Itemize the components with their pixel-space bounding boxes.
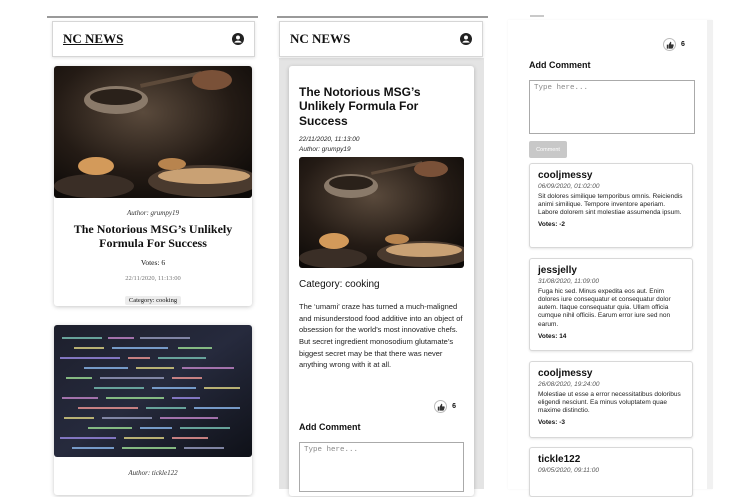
comment-date: 09/05/2020, 09:11:00 xyxy=(538,467,599,474)
article-vote-row: 6 xyxy=(434,400,456,413)
like-button[interactable] xyxy=(663,38,676,51)
article-header: NC NEWS xyxy=(279,21,483,57)
article-date: 22/11/2020, 11:13:00 xyxy=(299,136,360,143)
comment-body: Fuga hic sed. Minus expedita eos aut. En… xyxy=(538,288,671,328)
nc-news-logo[interactable]: NC NEWS xyxy=(290,31,350,47)
article-category: Category: cooking xyxy=(299,279,380,290)
thumbs-up-icon xyxy=(437,403,445,411)
article-image-food xyxy=(54,66,252,198)
submit-comment-button[interactable]: Comment xyxy=(529,141,567,158)
article-author: Author: tickle122 xyxy=(128,469,178,477)
article-body: The ‘umami’ craze has turned a much-mali… xyxy=(299,302,463,370)
comment-card: cooljmessy 26/08/2020, 19:24:00 Molestia… xyxy=(529,361,693,438)
vote-count: 6 xyxy=(452,403,456,410)
vote-count: 6 xyxy=(681,41,685,48)
comment-card: jessjelly 31/08/2020, 11:09:00 Fuga hic … xyxy=(529,258,693,351)
comment-author[interactable]: cooljmessy xyxy=(538,170,684,181)
comment-card: tickle122 09/05/2020, 09:11:00 xyxy=(529,447,693,497)
category-badge[interactable]: Category: cooking xyxy=(124,296,182,305)
comment-date: 06/09/2020, 01:02:00 xyxy=(538,183,600,190)
panel3-right-edge xyxy=(707,20,713,489)
add-comment-heading: Add Comment xyxy=(299,422,361,432)
comment-author[interactable]: jessjelly xyxy=(538,265,684,276)
nc-news-logo[interactable]: NC NEWS xyxy=(63,31,123,47)
user-icon[interactable] xyxy=(460,33,472,45)
like-button[interactable] xyxy=(434,400,448,413)
article-author: Author: grumpy19 xyxy=(127,209,179,217)
comment-votes: Votes: 14 xyxy=(538,332,567,340)
user-icon[interactable] xyxy=(232,33,244,45)
article-title: The Notorious MSG’s Unlikely Formula For… xyxy=(299,85,421,128)
article-card[interactable]: Author: tickle122 xyxy=(54,325,252,495)
comment-date: 26/08/2020, 19:24:00 xyxy=(538,381,600,388)
article-votes: Votes: 6 xyxy=(140,258,166,267)
add-comment-heading: Add Comment xyxy=(529,60,591,70)
article-date: 22/11/2020, 11:13:00 xyxy=(125,275,181,282)
comment-body: Molestiae ut esse a error necessitatibus… xyxy=(538,391,681,415)
comment-textarea[interactable]: Type here... xyxy=(529,80,695,134)
comment-body: Sit dolores similique temporibus omnis. … xyxy=(538,193,683,217)
comment-votes: Votes: -3 xyxy=(538,419,565,427)
comment-author[interactable]: cooljmessy xyxy=(538,368,684,379)
article-image-food xyxy=(299,157,464,268)
truncated-text xyxy=(530,14,544,18)
article-author: Author: grumpy19 xyxy=(299,146,351,153)
article-detail-card: The Notorious MSG’s Unlikely Formula For… xyxy=(289,66,474,496)
comment-card: cooljmessy 06/09/2020, 01:02:00 Sit dolo… xyxy=(529,163,693,248)
comment-textarea[interactable]: Type here... xyxy=(299,442,464,492)
article-card[interactable]: Author: grumpy19 The Notorious MSG’s Unl… xyxy=(54,66,252,306)
panel1-top-divider xyxy=(47,16,258,18)
comment-votes: Votes: -2 xyxy=(538,221,565,229)
comment-author[interactable]: tickle122 xyxy=(538,454,684,465)
panel2-top-divider xyxy=(277,16,488,18)
feed-header: NC NEWS xyxy=(52,21,255,57)
article-image-code xyxy=(54,325,252,457)
thumbs-up-icon xyxy=(666,41,674,49)
article-vote-row: 6 xyxy=(663,38,685,51)
comment-date: 31/08/2020, 11:09:00 xyxy=(538,278,599,285)
article-title[interactable]: The Notorious MSG’s Unlikely Formula For… xyxy=(68,222,238,251)
